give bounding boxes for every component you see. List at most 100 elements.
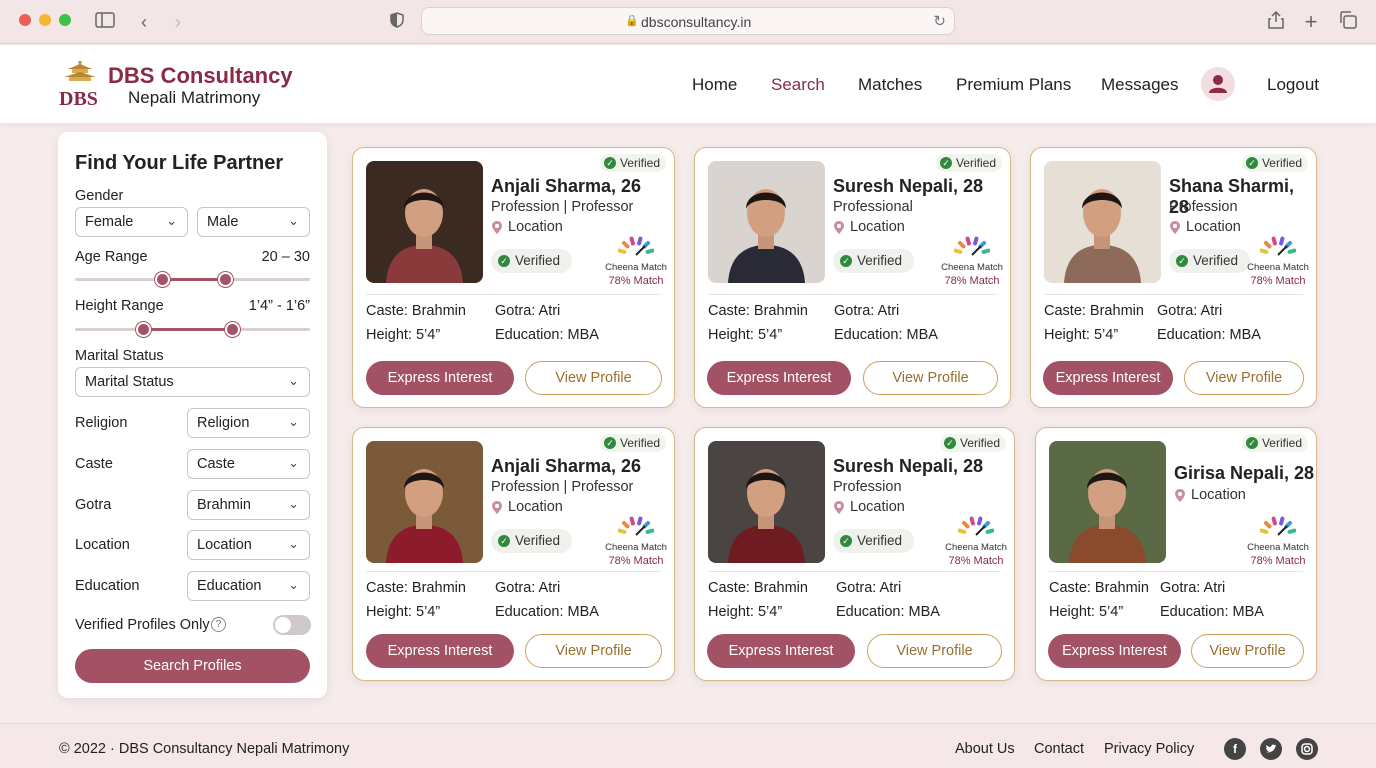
verified-only-toggle[interactable]	[273, 615, 311, 635]
height-range-slider[interactable]	[75, 322, 310, 337]
twitter-icon[interactable]	[1260, 738, 1282, 760]
express-interest-button[interactable]: Express Interest	[707, 634, 855, 668]
view-profile-button[interactable]: View Profile	[867, 634, 1002, 668]
gender-to-select[interactable]: Male ⌄	[197, 207, 310, 237]
profile-gotra: Gotra: Atri	[495, 580, 561, 596]
location-pin-icon	[834, 221, 844, 234]
height-max-handle[interactable]	[225, 322, 241, 337]
profile-card[interactable]: ✓ Verified Suresh Nepali, 28 Professional Lo…	[694, 147, 1011, 408]
height-min-handle[interactable]	[136, 322, 152, 337]
religion-select[interactable]: Religion ⌄	[187, 408, 310, 438]
match-gauge-icon	[618, 236, 654, 256]
profile-profession: Profession | Professor	[491, 479, 634, 495]
sidebar-toggle-icon[interactable]	[94, 11, 116, 33]
profile-location: Location	[508, 499, 563, 515]
share-icon[interactable]	[1265, 10, 1287, 33]
age-max-handle[interactable]	[218, 272, 234, 287]
marital-status-select[interactable]: Marital Status ⌄	[75, 367, 310, 397]
express-interest-button[interactable]: Express Interest	[707, 361, 851, 395]
height-range-fill	[143, 328, 233, 331]
minimize-window-button[interactable]	[39, 14, 51, 26]
profile-card[interactable]: ✓ Verified Anjali Sharma, 26 Profession | P…	[352, 427, 675, 681]
logout-link[interactable]: Logout	[1267, 75, 1319, 95]
profile-education: Education: MBA	[495, 327, 599, 343]
checkmark-icon: ✓	[840, 255, 852, 267]
card-divider	[708, 294, 997, 295]
address-bar[interactable]: 🔒 dbsconsultancy.in ↻	[421, 7, 955, 35]
profile-education: Education: MBA	[834, 327, 938, 343]
verified-badge: ✓ Verified	[599, 154, 666, 172]
express-interest-button[interactable]: Express Interest	[1043, 361, 1173, 395]
gotra-select[interactable]: Brahmin ⌄	[187, 490, 310, 520]
profile-photo[interactable]	[708, 161, 825, 283]
pagoda-logo-icon[interactable]: DBS	[58, 59, 104, 110]
gender-from-select[interactable]: Female ⌄	[75, 207, 188, 237]
profile-location: Location	[850, 219, 905, 235]
new-tab-icon[interactable]: +	[1300, 11, 1322, 33]
nav-matches[interactable]: Matches	[858, 75, 922, 95]
close-window-button[interactable]	[19, 14, 31, 26]
profile-card[interactable]: ✓ Verified Suresh Nepali, 28 Profession Loca…	[694, 427, 1015, 681]
caste-select[interactable]: Caste ⌄	[187, 449, 310, 479]
search-filters-panel: Find Your Life Partner Gender Female ⌄ Ma…	[58, 132, 327, 698]
brand-name[interactable]: DBS Consultancy	[108, 63, 293, 89]
profile-name[interactable]: Anjali Sharma, 26	[491, 456, 641, 477]
help-icon[interactable]: ?	[211, 617, 226, 632]
card-divider	[1044, 294, 1303, 295]
verified-badge: ✓ Verified	[935, 154, 1002, 172]
checkmark-icon: ✓	[943, 437, 956, 449]
browser-toolbar: ‹ › 🔒 dbsconsultancy.in ↻ +	[0, 0, 1376, 44]
profile-photo[interactable]	[1049, 441, 1166, 563]
profile-profession: Profession	[1169, 199, 1238, 215]
location-select[interactable]: Location ⌄	[187, 530, 310, 560]
age-range-slider[interactable]	[75, 272, 310, 287]
chevron-down-icon: ⌄	[288, 373, 299, 388]
profile-card[interactable]: ✓ Verified Anjali Sharma, 26 Profession | P…	[352, 147, 675, 408]
profile-photo[interactable]	[366, 441, 483, 563]
express-interest-button[interactable]: Express Interest	[1048, 634, 1181, 668]
gotra-value: Brahmin	[197, 497, 251, 513]
age-min-handle[interactable]	[154, 272, 170, 287]
nav-premium-plans[interactable]: Premium Plans	[956, 75, 1071, 95]
express-interest-button[interactable]: Express Interest	[366, 634, 514, 668]
location-pin-icon	[492, 501, 502, 514]
profile-photo[interactable]	[366, 161, 483, 283]
match-percentage: 78% Match	[608, 275, 664, 287]
user-avatar[interactable]	[1201, 67, 1235, 101]
maximize-window-button[interactable]	[59, 14, 71, 26]
profile-name[interactable]: Suresh Nepali, 28	[833, 176, 983, 197]
tabs-overview-icon[interactable]	[1337, 11, 1359, 33]
back-icon[interactable]: ‹	[133, 11, 155, 33]
profile-card[interactable]: ✓ Verified Shana Sharmi, 28 Profession Locat…	[1030, 147, 1317, 408]
profile-card[interactable]: ✓ Verified Girisa Nepali, 28 Location Cheena…	[1035, 427, 1317, 681]
view-profile-button[interactable]: View Profile	[1191, 634, 1304, 668]
forward-icon[interactable]: ›	[167, 11, 189, 33]
footer-privacy-link[interactable]: Privacy Policy	[1104, 741, 1194, 757]
footer-about-link[interactable]: About Us	[955, 741, 1015, 757]
view-profile-button[interactable]: View Profile	[525, 634, 662, 668]
profile-photo[interactable]	[1044, 161, 1161, 283]
footer-contact-link[interactable]: Contact	[1034, 741, 1084, 757]
gender-label: Gender	[75, 188, 124, 204]
profile-name[interactable]: Girisa Nepali, 28	[1174, 463, 1314, 484]
express-interest-button[interactable]: Express Interest	[366, 361, 514, 395]
profile-name[interactable]: Suresh Nepali, 28	[833, 456, 983, 477]
view-profile-button[interactable]: View Profile	[863, 361, 998, 395]
nav-home[interactable]: Home	[692, 75, 737, 95]
verified-badge: ✓ Verified	[599, 434, 666, 452]
view-profile-button[interactable]: View Profile	[1184, 361, 1304, 395]
nav-messages[interactable]: Messages	[1101, 75, 1178, 95]
verified-badge-label: Verified	[959, 436, 1000, 450]
nav-search[interactable]: Search	[771, 75, 825, 95]
shield-icon[interactable]	[386, 11, 408, 33]
instagram-icon[interactable]	[1296, 738, 1318, 760]
brand-tagline: Nepali Matrimony	[128, 88, 261, 107]
profile-photo[interactable]	[708, 441, 825, 563]
education-select[interactable]: Education ⌄	[187, 571, 310, 601]
facebook-icon[interactable]: f	[1224, 738, 1246, 760]
reload-icon[interactable]: ↻	[933, 12, 946, 30]
card-divider	[366, 294, 661, 295]
search-profiles-button[interactable]: Search Profiles	[75, 649, 310, 683]
profile-name[interactable]: Anjali Sharma, 26	[491, 176, 641, 197]
view-profile-button[interactable]: View Profile	[525, 361, 662, 395]
